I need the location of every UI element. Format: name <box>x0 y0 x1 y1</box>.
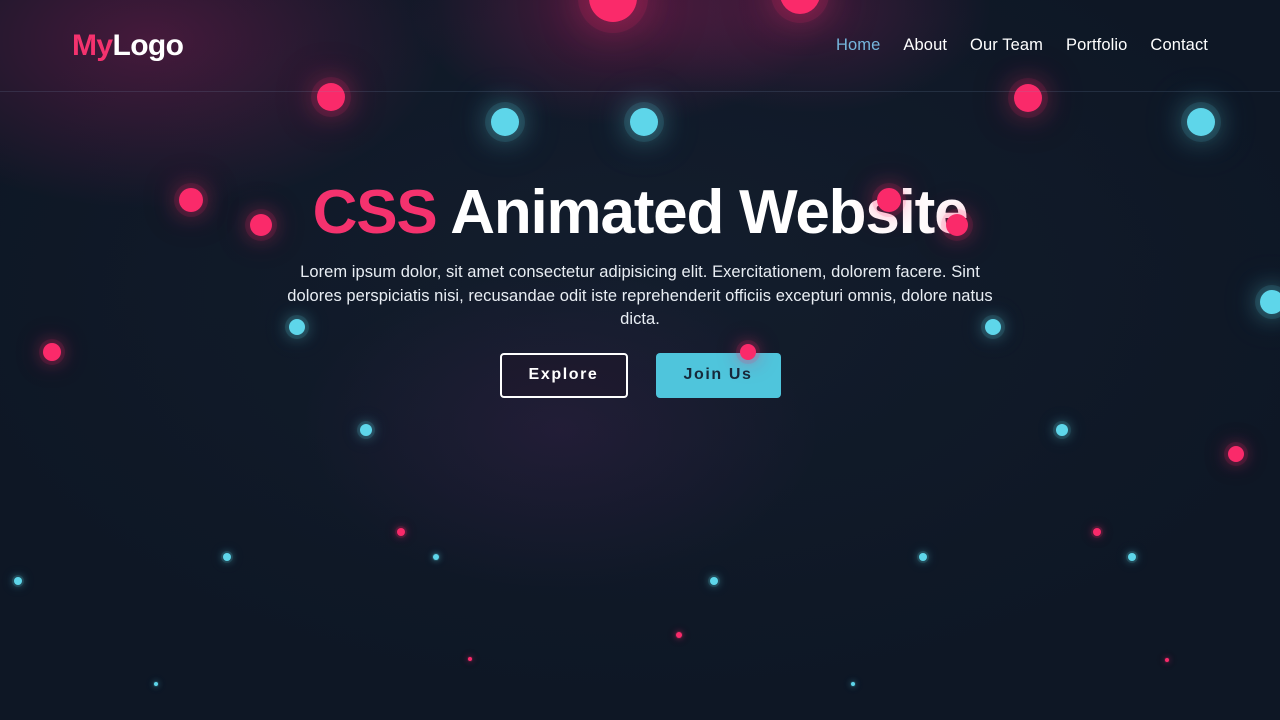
particle-cyan <box>433 554 439 560</box>
particle-cyan <box>1056 424 1068 436</box>
particle-pink <box>468 657 472 661</box>
particle-cyan <box>1187 108 1215 136</box>
particle-pink <box>179 188 203 212</box>
site-logo[interactable]: MyLogo <box>72 28 184 62</box>
landing-page: MyLogo Home About Our Team Portfolio Contact… <box>0 0 1280 720</box>
particle-pink <box>250 214 272 236</box>
particle-pink <box>1165 658 1169 662</box>
page-title: CSS Animated Website <box>312 178 969 247</box>
particle-cyan <box>630 108 658 136</box>
particle-cyan <box>14 577 22 585</box>
site-header: MyLogo Home About Our Team Portfolio Contact <box>0 0 1280 92</box>
join-us-button[interactable]: Join Us <box>655 352 781 398</box>
particle-cyan <box>154 682 158 686</box>
page-title-rest: Animated Website <box>436 178 968 247</box>
hero-section: CSS Animated Website Lorem ipsum dolor, … <box>0 92 1280 720</box>
particle-cyan <box>1128 553 1136 561</box>
particle-cyan <box>710 577 718 585</box>
hero-button-group: Explore Join Us <box>499 352 781 398</box>
logo-text-secondary: Logo <box>112 28 184 62</box>
particle-cyan <box>491 108 519 136</box>
particle-pink <box>676 632 682 638</box>
nav-link-contact[interactable]: Contact <box>1150 36 1208 55</box>
page-title-accent: CSS <box>312 178 438 247</box>
particle-cyan <box>1260 290 1280 314</box>
nav-link-our-team[interactable]: Our Team <box>970 36 1043 55</box>
explore-button[interactable]: Explore <box>499 352 628 398</box>
nav-link-home[interactable]: Home <box>836 36 880 55</box>
logo-text-primary: My <box>72 28 113 62</box>
particle-cyan <box>360 424 372 436</box>
nav-link-about[interactable]: About <box>903 36 947 55</box>
particle-pink <box>1228 446 1244 462</box>
particle-pink <box>1093 528 1101 536</box>
main-navigation: Home About Our Team Portfolio Contact <box>836 36 1208 55</box>
nav-link-portfolio[interactable]: Portfolio <box>1066 36 1127 55</box>
hero-paragraph: Lorem ipsum dolor, sit amet consectetur … <box>287 263 993 329</box>
particle-pink <box>43 343 61 361</box>
particle-cyan <box>851 682 855 686</box>
particle-cyan <box>919 553 927 561</box>
particle-cyan <box>223 553 231 561</box>
particle-pink <box>397 528 405 536</box>
